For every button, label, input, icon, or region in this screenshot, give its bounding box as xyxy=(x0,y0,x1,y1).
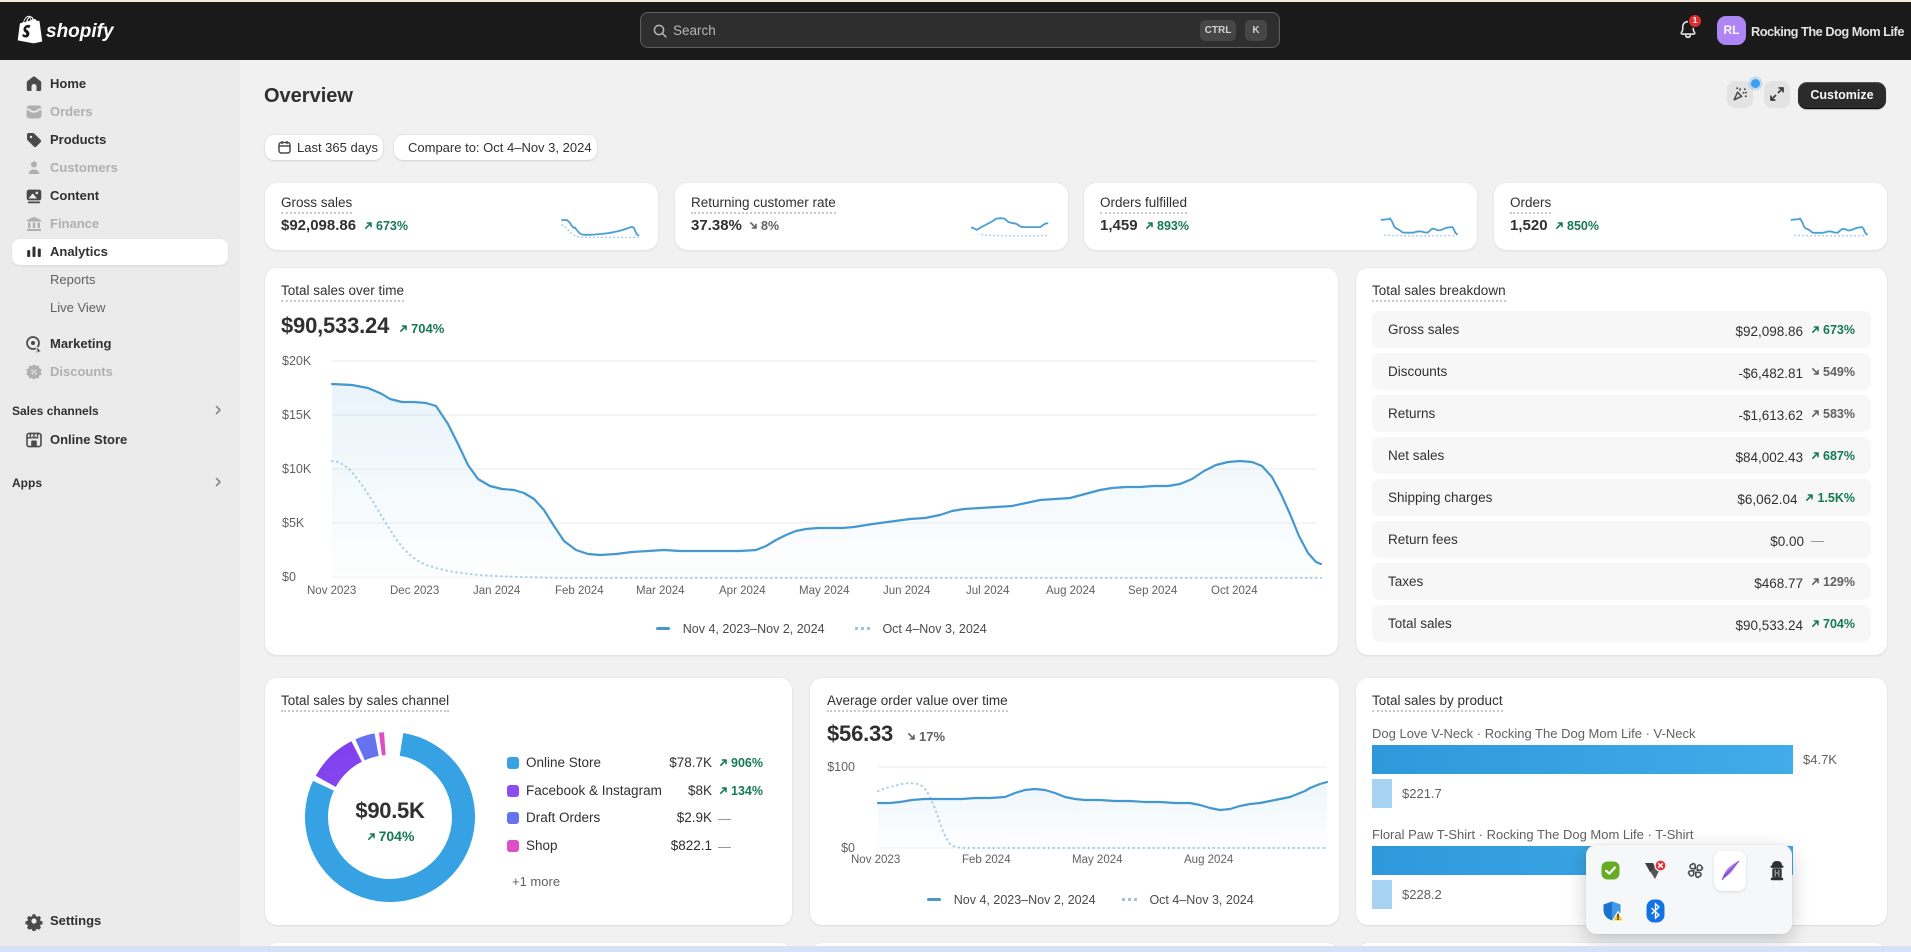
svg-text:shopify: shopify xyxy=(46,21,115,42)
